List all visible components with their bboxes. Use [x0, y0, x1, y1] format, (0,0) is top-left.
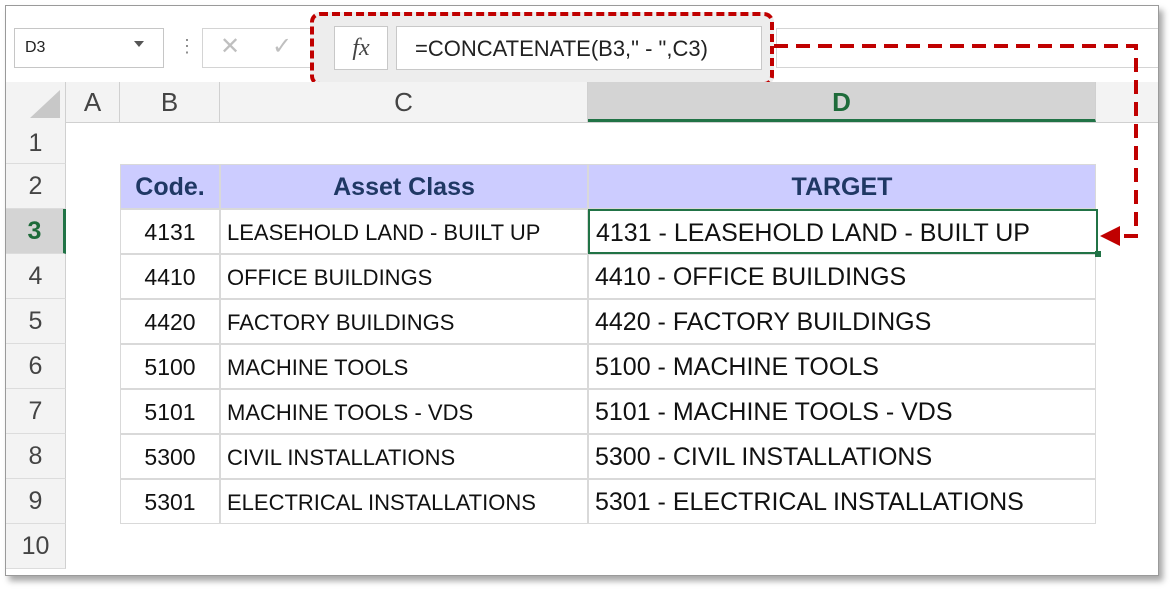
spreadsheet-window: D3 ⋮ ✕ ✓ fx =CONCATENATE(B3," - ",C3) A … — [5, 5, 1159, 576]
arrow-head-icon — [1100, 226, 1120, 246]
callout-arrow — [774, 44, 1138, 246]
